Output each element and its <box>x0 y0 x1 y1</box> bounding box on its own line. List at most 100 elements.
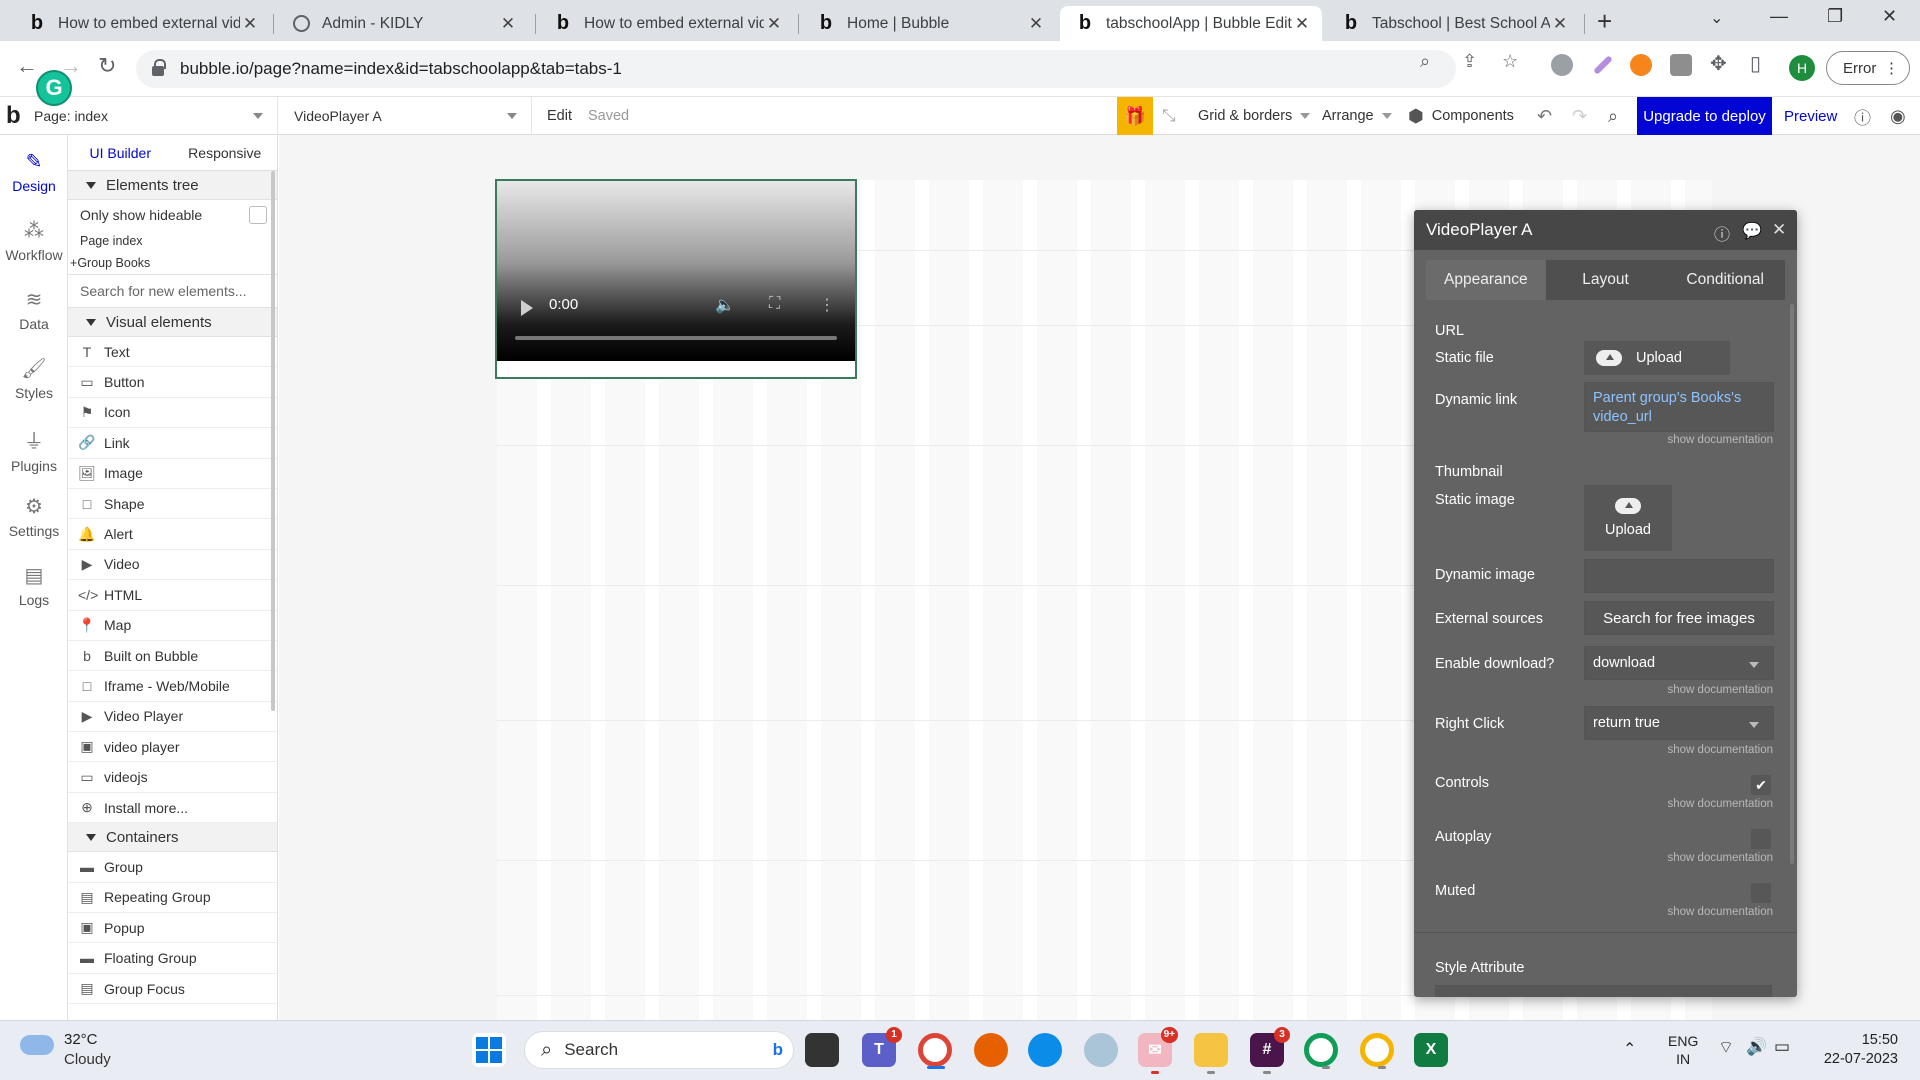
teams-icon[interactable]: T1 <box>862 1027 902 1067</box>
arrange-menu[interactable]: Arrange <box>1322 97 1392 135</box>
containers-header[interactable]: Containers <box>68 823 277 853</box>
right-click-dropdown[interactable]: return true <box>1584 706 1774 740</box>
bubble-logo-icon[interactable]: b <box>6 102 21 130</box>
element-item-shape[interactable]: □ Shape <box>68 489 277 520</box>
slack-icon[interactable]: #3 <box>1250 1027 1290 1074</box>
weather-condition[interactable]: Cloudy <box>64 1051 111 1068</box>
redo-icon[interactable]: ↷ <box>1572 97 1587 135</box>
browser-tab[interactable]: b How to embed external vid ✕ <box>538 6 794 41</box>
show-documentation-link[interactable]: show documentation <box>1668 852 1773 864</box>
tree-item-page[interactable]: Page index <box>68 230 277 252</box>
element-item-alert[interactable]: 🔔 Alert <box>68 519 277 550</box>
rail-data[interactable]: ≋ Data <box>0 287 68 332</box>
undo-icon[interactable]: ↶ <box>1537 97 1552 135</box>
element-item-iframe-web-mobile[interactable]: □ Iframe - Web/Mobile <box>68 671 277 702</box>
element-item-image[interactable]: 🖼 Image <box>68 459 277 489</box>
language-indicator[interactable]: ENG IN <box>1668 1032 1698 1068</box>
rail-design[interactable]: ✎ Design <box>0 149 68 194</box>
element-item-group-focus[interactable]: ▤ Group Focus <box>68 974 277 1005</box>
tab-appearance[interactable]: Appearance <box>1426 260 1546 300</box>
rail-settings[interactable]: ⚙ Settings <box>0 494 68 539</box>
element-item-built-on-bubble[interactable]: b Built on Bubble <box>68 641 277 672</box>
sync-app-icon[interactable] <box>1084 1033 1118 1067</box>
show-documentation-link[interactable]: show documentation <box>1668 798 1773 810</box>
visual-elements-header[interactable]: Visual elements <box>68 308 277 337</box>
static-image-upload-button[interactable]: Upload <box>1584 485 1672 551</box>
tab-responsive[interactable]: Responsive <box>173 135 278 170</box>
clock[interactable]: 15:50 22-07-2023 <box>1818 1031 1898 1069</box>
tab-conditional[interactable]: Conditional <box>1665 260 1785 300</box>
close-tab-icon[interactable]: ✕ <box>1550 14 1570 34</box>
property-editor-title[interactable]: VideoPlayer A <box>1414 210 1797 250</box>
property-editor-scrollbar[interactable] <box>1790 304 1794 864</box>
task-view-icon[interactable] <box>805 1033 839 1067</box>
wifi-icon[interactable]: ⌔ <box>1718 1037 1734 1058</box>
element-item-video-player[interactable]: ▶ Video Player <box>68 702 277 733</box>
dynamic-image-field[interactable] <box>1584 559 1774 593</box>
chrome-profile-icon[interactable] <box>1304 1033 1338 1069</box>
upgrade-to-deploy-button[interactable]: Upgrade to deploy <box>1637 97 1772 135</box>
enable-download-dropdown[interactable]: download <box>1584 646 1774 680</box>
style-attribute-field[interactable] <box>1435 985 1772 997</box>
element-item-map[interactable]: 📍 Map <box>68 611 277 641</box>
extension-icon[interactable] <box>1670 54 1692 76</box>
show-documentation-link[interactable]: show documentation <box>1668 744 1773 756</box>
metamask-extension-icon[interactable] <box>1630 54 1652 76</box>
puzzle-extensions-icon[interactable]: ✥ <box>1710 51 1727 76</box>
elements-tree-header[interactable]: Elements tree <box>68 171 277 200</box>
side-panel-icon[interactable]: ▯ <box>1750 51 1761 76</box>
search-free-images-button[interactable]: Search for free images <box>1584 601 1774 635</box>
video-progress-bar[interactable] <box>515 336 837 340</box>
selector-arrow-icon[interactable]: ⤡ <box>1162 97 1176 135</box>
only-show-hideable-checkbox[interactable] <box>249 206 267 224</box>
rail-logs[interactable]: ▤ Logs <box>0 563 68 608</box>
mail-icon[interactable]: ✉ 9+ <box>1138 1027 1178 1074</box>
chevron-up-icon[interactable]: ⌃ <box>1623 1039 1636 1059</box>
browser-tab[interactable]: b How to embed external vid ✕ <box>12 6 270 41</box>
gift-icon[interactable]: 🎁 <box>1117 97 1153 135</box>
battery-icon[interactable]: ▭ <box>1774 1037 1790 1057</box>
excel-icon[interactable]: X <box>1414 1033 1448 1067</box>
share-icon[interactable]: ⇪ <box>1462 51 1477 72</box>
close-tab-icon[interactable]: ✕ <box>1292 14 1312 34</box>
info-icon[interactable]: ⓘ <box>1714 221 1730 245</box>
error-button[interactable]: Error ⋮ <box>1826 51 1910 85</box>
taskbar-search[interactable]: ⌕ Search b <box>524 1031 794 1069</box>
tab-layout[interactable]: Layout <box>1546 260 1666 300</box>
element-item-videojs[interactable]: ▭ videojs <box>68 762 277 793</box>
rail-workflow[interactable]: ⁂ Workflow <box>0 218 68 263</box>
volume-icon[interactable]: 🔊 <box>1746 1037 1767 1057</box>
element-item-text[interactable]: T Text <box>68 337 277 368</box>
tree-item-group-books[interactable]: + Group Books <box>68 252 277 274</box>
rail-styles[interactable]: 🖌 Styles <box>0 356 68 401</box>
element-item-popup[interactable]: ▣ Popup <box>68 913 277 944</box>
element-item-install-more[interactable]: ⊕ Install more... <box>68 793 277 824</box>
account-icon[interactable]: ◉ <box>1890 97 1906 135</box>
dynamic-link-field[interactable]: Parent group's Books's video_url <box>1584 382 1774 432</box>
firefox-icon[interactable] <box>974 1033 1008 1067</box>
browser-tab[interactable]: Admin - KIDLY ✕ <box>276 6 528 41</box>
element-item-icon[interactable]: ⚑ Icon <box>68 398 277 429</box>
bookmark-star-icon[interactable]: ☆ <box>1502 51 1518 72</box>
profile-avatar[interactable]: H <box>1789 55 1815 81</box>
element-search-input[interactable]: Search for new elements... <box>68 274 277 308</box>
fullscreen-icon[interactable]: ⛶ <box>769 295 780 313</box>
autoplay-checkbox[interactable] <box>1751 829 1771 849</box>
grammarly-extension-icon[interactable] <box>1551 54 1573 76</box>
close-tab-icon[interactable]: ✕ <box>498 14 518 34</box>
show-documentation-link[interactable]: show documentation <box>1668 434 1773 446</box>
element-item-video-player[interactable]: ▣ video player <box>68 732 277 763</box>
close-window-icon[interactable]: ✕ <box>1882 6 1897 27</box>
controls-checkbox[interactable]: ✔ <box>1751 775 1771 795</box>
close-tab-icon[interactable]: ✕ <box>764 14 784 34</box>
help-icon[interactable]: ⓘ <box>1854 97 1871 135</box>
rail-plugins[interactable]: ⏚ Plugins <box>0 425 68 474</box>
address-bar[interactable]: bubble.io/page?name=index&id=tabschoolap… <box>136 50 1456 88</box>
element-item-floating-group[interactable]: ▬ Floating Group <box>68 943 277 974</box>
weather-temp[interactable]: 32°C <box>64 1031 98 1048</box>
grammarly-badge[interactable]: G <box>36 70 72 106</box>
preview-button[interactable]: Preview <box>1784 97 1837 135</box>
close-icon[interactable]: ✕ <box>1772 220 1786 240</box>
play-icon[interactable] <box>521 300 533 316</box>
chrome-profile-2-icon[interactable] <box>1360 1033 1394 1069</box>
